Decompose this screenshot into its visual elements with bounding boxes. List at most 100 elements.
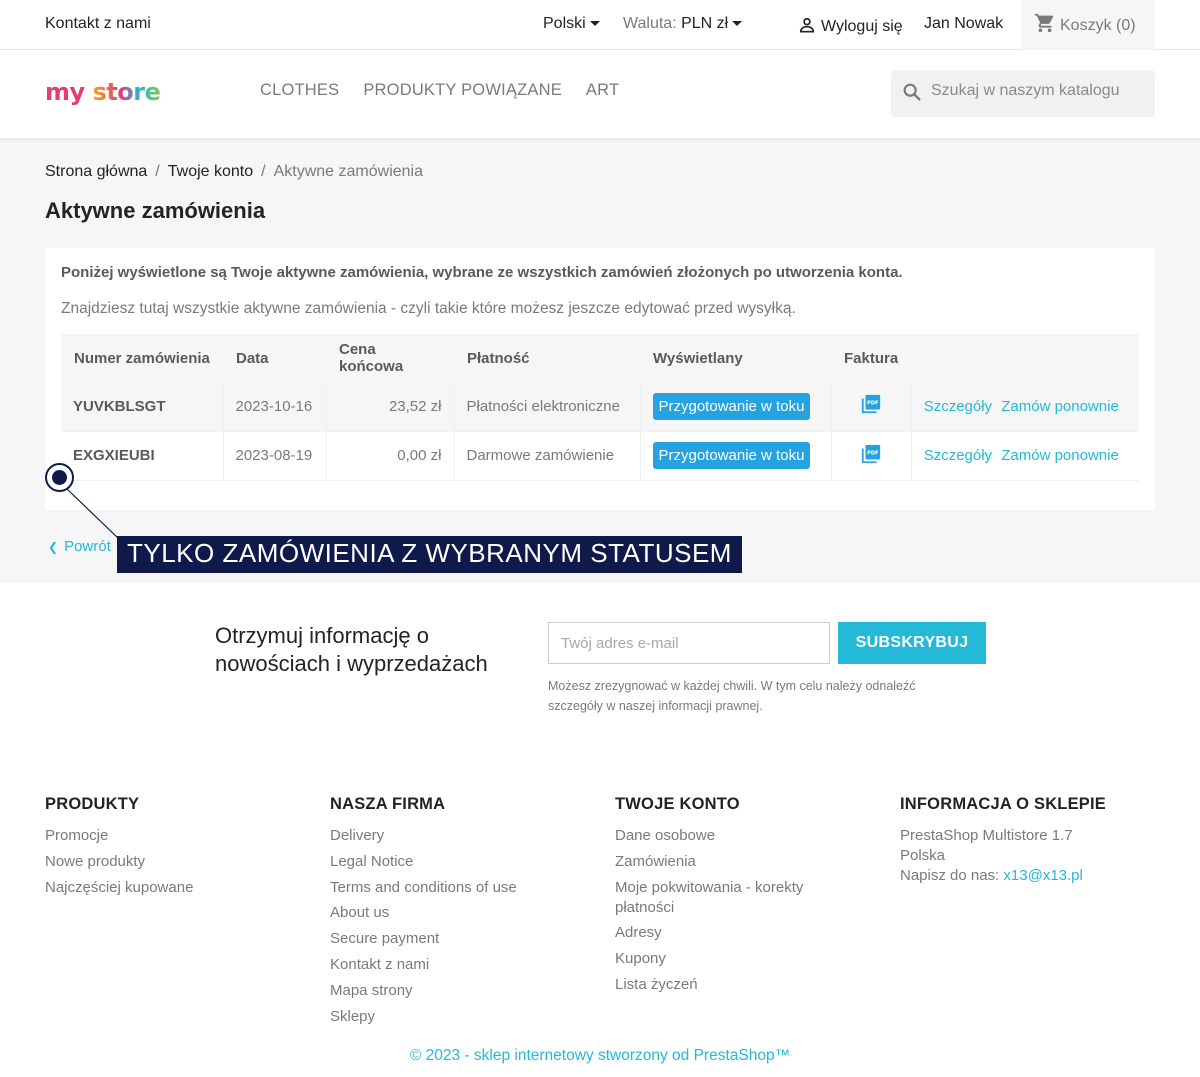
- column-header-order-number: Numer zamówienia: [74, 349, 210, 367]
- intro-text: Znajdziesz tutaj wszystkie aktywne zamów…: [61, 300, 796, 317]
- order-date: 2023-10-16: [223, 382, 327, 432]
- footer-account-title: TWOJE KONTO: [615, 795, 740, 813]
- cart-button[interactable]: Koszyk (0): [1021, 0, 1155, 50]
- footer-link[interactable]: Zamówienia: [615, 852, 845, 872]
- footer-link[interactable]: Sklepy: [330, 1007, 517, 1027]
- logo-word-1: my: [45, 78, 85, 106]
- store-country: Polska: [900, 847, 946, 864]
- menu-item-clothes[interactable]: CLOTHES: [260, 81, 339, 100]
- footer-link[interactable]: Dane osobowe: [615, 826, 845, 846]
- currency-selector[interactable]: Waluta: PLN zł: [623, 15, 743, 33]
- search-input[interactable]: [931, 82, 1141, 100]
- footer-link[interactable]: Kontakt z nami: [330, 955, 517, 975]
- newsletter-note: Możesz zrezygnować w każdej chwili. W ty…: [548, 679, 916, 713]
- footer-link[interactable]: Legal Notice: [330, 852, 517, 872]
- footer-link[interactable]: Terms and conditions of use: [330, 878, 517, 898]
- menu-item-related-products[interactable]: PRODUKTY POWIĄZANE: [363, 81, 562, 100]
- newsletter-title: Otrzymuj informację o nowościach i wyprz…: [215, 623, 488, 676]
- footer-products-title: PRODUKTY: [45, 795, 140, 813]
- store-logo[interactable]: my store: [45, 78, 161, 106]
- footer-store-info: INFORMACJA O SKLEPIE PrestaShop Multisto…: [900, 795, 1160, 886]
- column-header-total: Cena końcowa: [339, 341, 404, 375]
- order-total: 0,00 zł: [326, 431, 455, 481]
- footer-company: NASZA FIRMA Delivery Legal Notice Terms …: [330, 795, 517, 1032]
- footer-link[interactable]: Promocje: [45, 826, 193, 846]
- back-label: Powrót: [64, 538, 111, 555]
- account-link[interactable]: Jan Nowak: [924, 15, 1003, 33]
- footer-link[interactable]: Adresy: [615, 923, 845, 943]
- breadcrumb-account[interactable]: Twoje konto: [168, 163, 253, 180]
- column-header-invoice: Faktura: [844, 349, 899, 367]
- language-value: Polski: [543, 15, 586, 32]
- subscribe-button[interactable]: SUBSKRYBUJ: [838, 622, 986, 664]
- status-badge: Przygotowanie w toku: [652, 392, 811, 420]
- currency-value: PLN zł: [681, 15, 729, 32]
- logout-label: Wyloguj się: [821, 18, 903, 35]
- search-box: [891, 70, 1155, 117]
- invoice-cell: PDF: [831, 382, 912, 432]
- footer-link[interactable]: Mapa strony: [330, 981, 517, 1001]
- page-title: Aktywne zamówienia: [45, 198, 266, 223]
- cart-label: Koszyk (0): [1060, 17, 1136, 34]
- footer-link[interactable]: Najczęściej kupowane: [45, 878, 193, 898]
- store-email-line: Napisz do nas: x13@x13.pl: [900, 866, 1160, 886]
- main-menu: CLOTHES PRODUKTY POWIĄZANE ART: [260, 81, 619, 100]
- breadcrumb-separator: /: [261, 163, 266, 180]
- menu-item-art[interactable]: ART: [586, 81, 619, 100]
- footer-link[interactable]: Delivery: [330, 826, 517, 846]
- order-date: 2023-08-19: [223, 431, 327, 481]
- order-payment: Płatności elektroniczne: [454, 382, 641, 432]
- copyright[interactable]: © 2023 - sklep internetowy stworzony od …: [0, 1047, 1200, 1065]
- footer-link[interactable]: About us: [330, 903, 517, 923]
- footer-products: PRODUKTY Promocje Nowe produkty Najczęśc…: [45, 795, 193, 903]
- reorder-link[interactable]: Zamów ponownie: [1001, 447, 1119, 464]
- pdf-icon[interactable]: PDF: [860, 393, 882, 415]
- breadcrumb-current: Aktywne zamówienia: [273, 163, 423, 180]
- footer-link[interactable]: Nowe produkty: [45, 852, 193, 872]
- breadcrumb-separator: /: [155, 163, 160, 180]
- language-selector[interactable]: Polski: [543, 15, 600, 33]
- email-label: Napisz do nas:: [900, 867, 1000, 884]
- chevron-left-icon: ❮: [48, 540, 59, 554]
- order-status-cell: Przygotowanie w toku: [640, 431, 832, 481]
- footer-link[interactable]: Secure payment: [330, 929, 517, 949]
- order-actions: Szczegóły Zamów ponownie: [911, 382, 1139, 432]
- contact-link[interactable]: Kontakt z nami: [45, 15, 151, 33]
- intro-text-bold: Poniżej wyświetlone są Twoje aktywne zam…: [61, 264, 903, 281]
- footer-link[interactable]: Lista życzeń: [615, 975, 845, 995]
- search-icon[interactable]: [901, 81, 923, 103]
- column-header-actions: [911, 334, 1139, 382]
- order-reference: YUVKBLSGT: [61, 382, 224, 432]
- column-header-payment: Płatność: [467, 349, 530, 367]
- order-details-link[interactable]: Szczegóły: [924, 447, 992, 464]
- breadcrumb-home[interactable]: Strona główna: [45, 163, 147, 180]
- store-name: PrestaShop Multistore 1.7: [900, 827, 1073, 844]
- annotation-marker: [45, 463, 74, 492]
- annotation-label: TYLKO ZAMÓWIENIA Z WYBRANYM STATUSEM: [117, 536, 742, 573]
- invoice-cell: PDF: [831, 431, 912, 481]
- logout-link[interactable]: Wyloguj się: [797, 15, 903, 36]
- table-row: EXGXIEUBI 2023-08-19 0,00 zł Darmowe zam…: [61, 431, 1139, 481]
- site-header: my store CLOTHES PRODUKTY POWIĄZANE ART: [0, 50, 1200, 138]
- main-content: Strona główna / Twoje konto / Aktywne zamówi…: [0, 138, 1200, 583]
- store-email-link[interactable]: x13@x13.pl: [1003, 867, 1082, 884]
- currency-label: Waluta:: [623, 15, 677, 32]
- newsletter-email-input[interactable]: [548, 622, 830, 664]
- order-reference: EXGXIEUBI: [61, 431, 224, 481]
- orders-table: Numer zamówienia Data Cena końcowa Płatn…: [61, 334, 1139, 481]
- footer-link[interactable]: Moje pokwitowania - korekty płatności: [615, 878, 845, 918]
- orders-card: Poniżej wyświetlone są Twoje aktywne zam…: [45, 248, 1155, 510]
- table-row: YUVKBLSGT 2023-10-16 23,52 zł Płatności …: [61, 382, 1139, 432]
- top-bar: Kontakt z nami Polski Waluta: PLN zł Wyl…: [0, 0, 1200, 50]
- back-link[interactable]: ❮ Powrót: [48, 538, 111, 555]
- chevron-down-icon: [732, 21, 743, 27]
- pdf-icon[interactable]: PDF: [860, 443, 882, 465]
- reorder-link[interactable]: Zamów ponownie: [1001, 398, 1119, 415]
- order-details-link[interactable]: Szczegóły: [924, 398, 992, 415]
- footer-link[interactable]: Kupony: [615, 949, 845, 969]
- chevron-down-icon: [589, 21, 600, 27]
- column-header-status: Wyświetlany: [653, 349, 743, 367]
- breadcrumb: Strona główna / Twoje konto / Aktywne zamówi…: [45, 163, 423, 181]
- logo-word-2: store: [92, 78, 161, 106]
- footer-account: TWOJE KONTO Dane osobowe Zamówienia Moje…: [615, 795, 845, 1001]
